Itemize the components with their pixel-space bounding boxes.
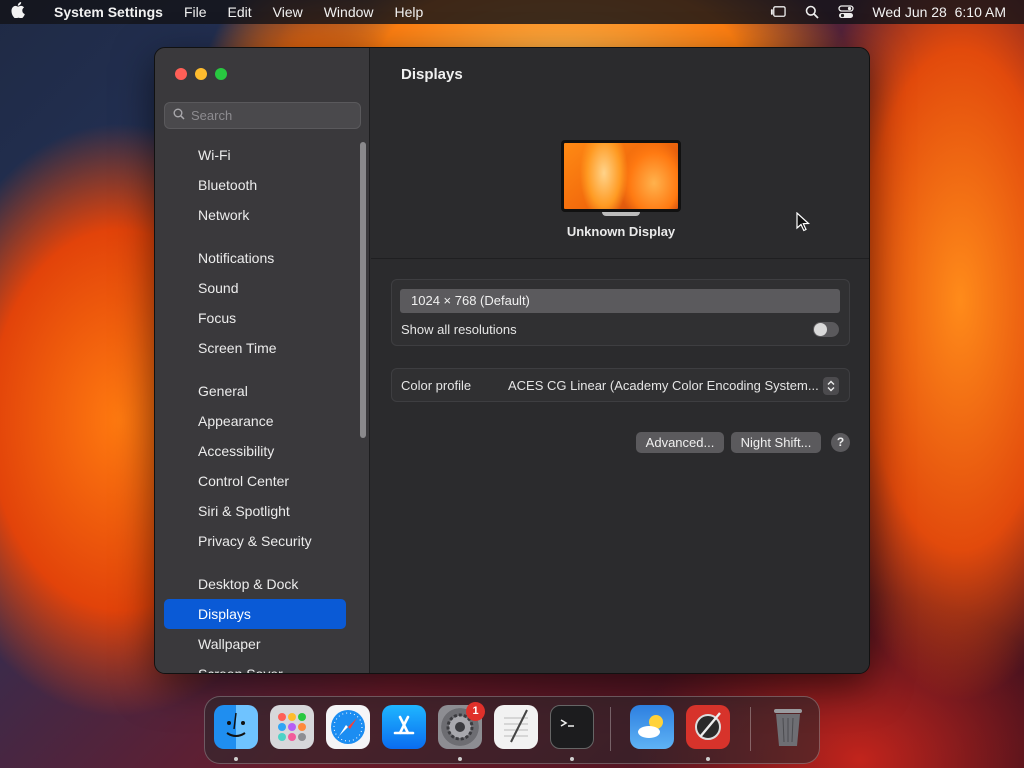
color-profile-select[interactable]: ACES CG Linear (Academy Color Encoding S… <box>508 378 818 393</box>
dock-separator <box>610 707 611 751</box>
sidebar-item-sound[interactable]: Sound <box>164 273 346 303</box>
sidebar-item-accessibility[interactable]: Accessibility <box>164 436 346 466</box>
mouse-pointer-icon <box>796 211 810 232</box>
menu-clock[interactable]: Wed Jun 28 6:10 AM <box>872 4 1006 20</box>
minimize-window-button[interactable] <box>195 68 207 80</box>
apple-menu-icon[interactable] <box>0 2 36 22</box>
monitor-icon <box>561 140 681 212</box>
resolution-card: 1024 × 768 (Default) Show all resolution… <box>391 279 850 346</box>
menu-bar: System Settings File Edit View Window He… <box>0 0 1024 24</box>
dock-separator <box>750 707 751 751</box>
sidebar-item-network[interactable]: Network <box>164 200 346 230</box>
sidebar-item-focus[interactable]: Focus <box>164 303 346 333</box>
sidebar-item-general[interactable]: General <box>164 376 346 406</box>
control-center-icon[interactable] <box>838 5 855 19</box>
color-profile-card: Color profile ACES CG Linear (Academy Co… <box>391 368 850 402</box>
sidebar-item-desktop-dock[interactable]: Desktop & Dock <box>164 569 346 599</box>
displays-pane: Displays Unknown Display 1024 × 768 (Def… <box>371 48 869 673</box>
resolution-option-selected[interactable]: 1024 × 768 (Default) <box>400 289 840 313</box>
menu-view[interactable]: View <box>273 4 303 20</box>
sidebar-item-control-center[interactable]: Control Center <box>164 466 346 496</box>
search-input[interactable] <box>191 108 351 123</box>
monitor-stand <box>602 212 640 216</box>
finder-icon[interactable] <box>214 705 258 749</box>
section-divider <box>371 258 869 259</box>
sidebar-search[interactable] <box>164 102 361 129</box>
help-button[interactable]: ? <box>831 433 850 452</box>
sidebar-item-wallpaper[interactable]: Wallpaper <box>164 629 346 659</box>
launchpad-icon[interactable] <box>270 705 314 749</box>
advanced-button[interactable]: Advanced... <box>636 432 724 453</box>
display-preview[interactable] <box>561 140 681 216</box>
sidebar-item-displays[interactable]: Displays <box>164 599 346 629</box>
weather-icon[interactable] <box>630 705 674 749</box>
sidebar-item-notifications[interactable]: Notifications <box>164 243 346 273</box>
sidebar-item-bluetooth[interactable]: Bluetooth <box>164 170 346 200</box>
dock <box>204 696 820 764</box>
menu-window[interactable]: Window <box>324 4 374 20</box>
sidebar-item-screen-saver[interactable]: Screen Saver <box>164 659 346 673</box>
search-icon <box>173 107 185 125</box>
terminal-icon[interactable] <box>550 705 594 749</box>
spotlight-search-icon[interactable] <box>804 5 820 19</box>
page-title: Displays <box>401 66 463 83</box>
sidebar-item-screen-time[interactable]: Screen Time <box>164 333 346 363</box>
sidebar-item-wifi[interactable]: Wi-Fi <box>164 140 346 170</box>
trash-icon[interactable] <box>766 705 810 749</box>
notification-badge: 1 <box>466 702 485 721</box>
app-store-icon[interactable] <box>382 705 426 749</box>
menu-edit[interactable]: Edit <box>228 4 252 20</box>
close-window-button[interactable] <box>175 68 187 80</box>
system-settings-running-indicator <box>458 757 462 761</box>
menu-app-name[interactable]: System Settings <box>54 4 163 20</box>
finder-running-indicator <box>234 757 238 761</box>
sidebar: Wi-Fi Bluetooth Network Notifications So… <box>155 48 370 673</box>
system-settings-window: Wi-Fi Bluetooth Network Notifications So… <box>154 47 870 674</box>
safari-icon[interactable] <box>326 705 370 749</box>
sidebar-scrollbar[interactable] <box>360 142 366 438</box>
sidebar-item-siri-spotlight[interactable]: Siri & Spotlight <box>164 496 346 526</box>
window-controls <box>175 68 227 80</box>
show-all-resolutions-label: Show all resolutions <box>401 322 517 337</box>
stage-manager-icon[interactable] <box>770 5 787 19</box>
show-all-resolutions-toggle[interactable] <box>813 322 839 337</box>
night-shift-button[interactable]: Night Shift... <box>731 432 821 453</box>
chevron-up-down-icon[interactable] <box>823 377 839 395</box>
zoom-window-button[interactable] <box>215 68 227 80</box>
instruments-icon[interactable] <box>686 705 730 749</box>
textedit-icon[interactable] <box>494 705 538 749</box>
terminal-running-indicator <box>570 757 574 761</box>
sidebar-nav: Wi-Fi Bluetooth Network Notifications So… <box>164 140 346 673</box>
menu-help[interactable]: Help <box>395 4 424 20</box>
instruments-running-indicator <box>706 757 710 761</box>
menu-file[interactable]: File <box>184 4 207 20</box>
color-profile-label: Color profile <box>401 378 472 393</box>
sidebar-item-appearance[interactable]: Appearance <box>164 406 346 436</box>
sidebar-item-privacy-security[interactable]: Privacy & Security <box>164 526 346 556</box>
